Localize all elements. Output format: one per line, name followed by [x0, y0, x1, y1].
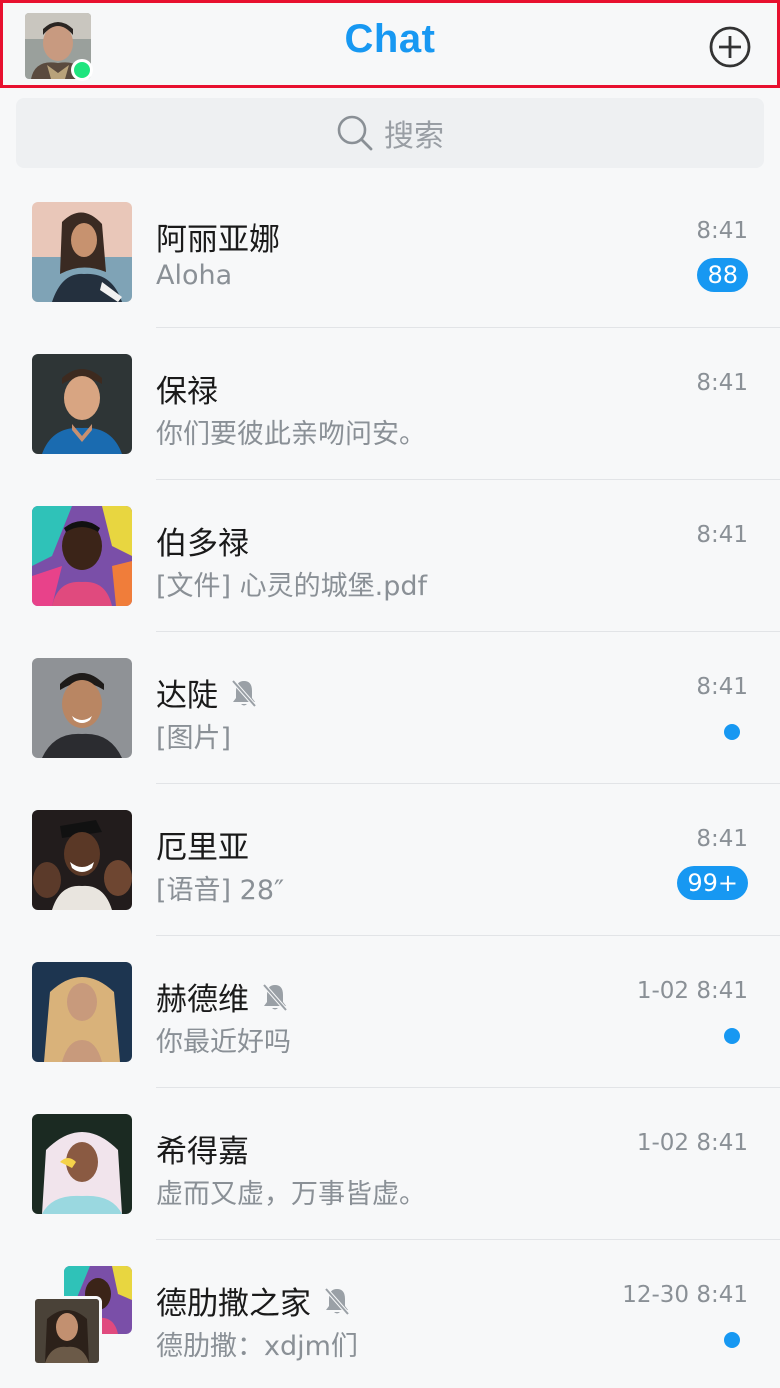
unread-count-badge: 99+	[677, 866, 748, 900]
contact-name: 达陡	[156, 670, 260, 715]
contact-name-text: 阿丽亚娜	[156, 222, 280, 258]
conversation-row[interactable]: 德肋撒之家 德肋撒：xdjm们 12-30 8:41	[0, 1240, 780, 1388]
conversation-row[interactable]: 阿丽亚娜 Aloha 8:41 88	[0, 176, 780, 328]
conversation-row[interactable]: 赫德维 你最近好吗 1-02 8:41	[0, 936, 780, 1088]
message-preview: Aloha	[156, 260, 233, 291]
bell-off-icon	[321, 1285, 353, 1317]
contact-name-text: 德肋撒之家	[156, 1286, 311, 1322]
contact-name: 伯多禄	[156, 518, 249, 563]
conversation-row[interactable]: 伯多禄 [文件] 心灵的城堡.pdf 8:41	[0, 480, 780, 632]
bell-off-icon	[259, 981, 291, 1013]
message-preview: 你们要彼此亲吻问安。	[156, 419, 426, 450]
contact-name: 保禄	[156, 366, 218, 411]
message-time: 8:41	[696, 826, 748, 852]
conversation-row[interactable]: 希得嘉 虚而又虚，万事皆虚。 1-02 8:41	[0, 1088, 780, 1240]
message-time: 1-02 8:41	[636, 978, 748, 1004]
message-preview: 你最近好吗	[156, 1027, 291, 1058]
contact-name: 阿丽亚娜	[156, 214, 280, 259]
message-time: 12-30 8:41	[622, 1282, 748, 1308]
contact-name: 德肋撒之家	[156, 1278, 353, 1323]
message-preview: 虚而又虚，万事皆虚。	[156, 1179, 426, 1210]
conversation-row[interactable]: 达陡 [图片] 8:41	[0, 632, 780, 784]
contact-avatar	[32, 810, 132, 910]
unread-dot	[724, 724, 740, 740]
contact-name: 厄里亚	[156, 822, 249, 867]
message-time: 8:41	[696, 522, 748, 548]
message-time: 1-02 8:41	[636, 1130, 748, 1156]
conversation-list: 阿丽亚娜 Aloha 8:41 88 保禄 你们要彼此亲吻问安。 8:41 伯多…	[0, 176, 780, 1388]
message-preview: 德肋撒：xdjm们	[156, 1331, 358, 1362]
contact-avatar	[32, 354, 132, 454]
contact-name-text: 厄里亚	[156, 830, 249, 866]
contact-name: 赫德维	[156, 974, 291, 1019]
group-avatar	[32, 1266, 132, 1366]
unread-dot	[724, 1028, 740, 1044]
message-preview: [文件] 心灵的城堡.pdf	[156, 571, 428, 602]
contact-avatar	[32, 962, 132, 1062]
app-header: Chat	[0, 0, 780, 88]
contact-name-text: 赫德维	[156, 982, 249, 1018]
search-bar[interactable]: 搜索	[16, 98, 764, 168]
contact-avatar	[32, 1114, 132, 1214]
contact-name-text: 达陡	[156, 678, 218, 714]
search-placeholder: 搜索	[384, 119, 444, 154]
unread-dot	[724, 1332, 740, 1348]
search-content: 搜索	[16, 98, 764, 168]
unread-count-badge: 88	[697, 258, 748, 292]
contact-name-text: 希得嘉	[156, 1134, 249, 1170]
contact-avatar	[32, 202, 132, 302]
contact-avatar	[32, 658, 132, 758]
online-status-indicator	[71, 59, 93, 81]
group-member-avatar	[32, 1296, 102, 1366]
message-preview: [图片]	[156, 723, 232, 754]
message-time: 8:41	[696, 218, 748, 244]
contact-name-text: 保禄	[156, 374, 218, 410]
contact-name: 希得嘉	[156, 1126, 249, 1171]
bell-off-icon	[228, 677, 260, 709]
contact-avatar	[32, 506, 132, 606]
conversation-row[interactable]: 厄里亚 [语音] 28″ 8:41 99+	[0, 784, 780, 936]
message-time: 8:41	[696, 674, 748, 700]
contact-name-text: 伯多禄	[156, 526, 249, 562]
add-icon[interactable]	[708, 25, 752, 69]
page-title: Chat	[344, 17, 436, 61]
message-preview: [语音] 28″	[156, 875, 285, 906]
search-icon	[336, 114, 374, 152]
conversation-row[interactable]: 保禄 你们要彼此亲吻问安。 8:41	[0, 328, 780, 480]
message-time: 8:41	[696, 370, 748, 396]
